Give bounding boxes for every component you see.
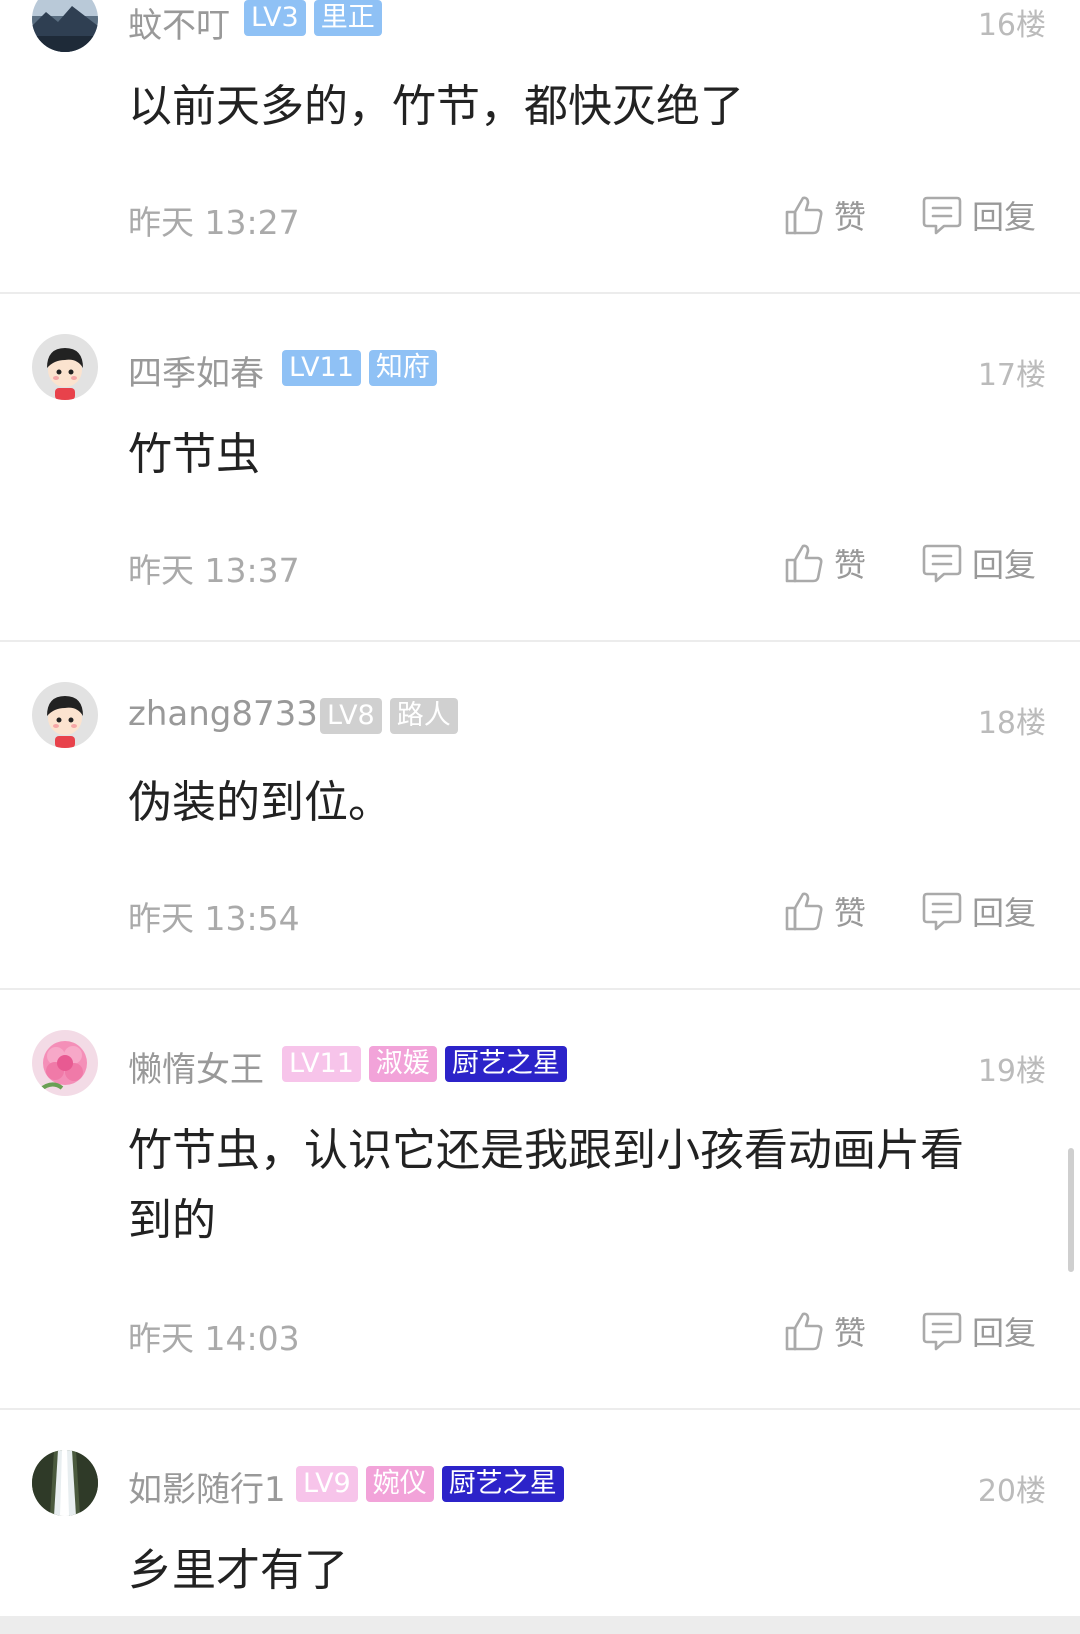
scrollbar[interactable]: [1068, 1148, 1074, 1272]
comment-icon: [922, 196, 962, 235]
comment-icon: [922, 1312, 962, 1351]
comment-item: 蚊不叮 LV3 里正 16楼 以前天多的，竹节，都快灭绝了 昨天 13:27 赞…: [0, 0, 1080, 282]
thumbs-up-icon: [785, 196, 823, 235]
comment-text: 竹节虫: [128, 429, 260, 480]
reply-label: 回复: [972, 894, 1037, 932]
floor-number: 16楼: [977, 8, 1046, 43]
like-button[interactable]: 赞: [784, 888, 866, 934]
comment-text: 以前天多的，竹节，都快灭绝了: [128, 81, 744, 132]
comment-item: 懒惰女王 LV11 淑媛 厨艺之星 19楼 竹节虫，认识它还是我跟到小孩看动画片…: [0, 990, 1080, 1408]
comment-text: 乡里才有了: [128, 1545, 348, 1596]
floor-number: 17楼: [977, 358, 1046, 393]
thumbs-up-icon: [785, 1312, 823, 1351]
like-button[interactable]: 赞: [784, 192, 866, 238]
title-badge: 淑媛: [368, 1046, 437, 1082]
username[interactable]: 蚊不叮: [128, 0, 230, 47]
badge-group: LV3 里正: [244, 0, 382, 36]
like-label: 赞: [834, 1314, 867, 1352]
badge-group: LV9 婉仪 厨艺之星: [296, 1466, 564, 1502]
like-button[interactable]: 赞: [784, 1308, 866, 1354]
level-badge: LV11: [282, 1046, 361, 1082]
level-badge: LV11: [282, 350, 361, 386]
like-button[interactable]: 赞: [784, 540, 866, 586]
thumbs-up-icon: [785, 892, 823, 931]
reply-label: 回复: [972, 546, 1037, 584]
comment-item: 如影随行1 LV9 婉仪 厨艺之星 20楼 乡里才有了: [0, 1410, 1080, 1616]
thumbs-up-icon: [785, 544, 823, 583]
comment-icon: [922, 544, 962, 583]
waterfall-avatar-icon[interactable]: [32, 1450, 98, 1516]
username[interactable]: zhang8733: [128, 694, 318, 734]
badge-group: LV11 知府: [282, 350, 437, 386]
cartoon-avatar-icon[interactable]: [32, 334, 98, 400]
badge-group: LV11 淑媛 厨艺之星: [282, 1046, 567, 1082]
like-label: 赞: [834, 894, 867, 932]
username[interactable]: 懒惰女王: [128, 1042, 264, 1091]
title-badge: 路人: [389, 698, 458, 734]
comment-icon: [922, 892, 962, 931]
floor-number: 20楼: [977, 1474, 1046, 1509]
comment-text: 伪装的到位。: [128, 777, 392, 828]
like-label: 赞: [834, 546, 867, 584]
title-badge: 婉仪: [365, 1466, 434, 1502]
comment-time: 昨天 13:54: [128, 899, 300, 938]
comment-text: 竹节虫，认识它还是我跟到小孩看动画片看到的: [128, 1125, 964, 1246]
reply-button[interactable]: 回复: [922, 192, 1036, 238]
username[interactable]: 如影随行1: [128, 1462, 286, 1511]
reply-button[interactable]: 回复: [922, 1308, 1036, 1354]
achievement-badge: 厨艺之星: [444, 1046, 567, 1082]
comment-item: 四季如春 LV11 知府 17楼 竹节虫 昨天 13:37 赞 回复: [0, 294, 1080, 640]
level-badge: LV8: [320, 698, 382, 734]
comment-item: zhang8733 LV8 路人 18楼 伪装的到位。 昨天 13:54 赞 回…: [0, 642, 1080, 988]
title-badge: 里正: [313, 0, 382, 36]
like-label: 赞: [834, 198, 867, 236]
flower-avatar-icon[interactable]: [32, 1030, 98, 1096]
landscape-avatar-icon[interactable]: [32, 0, 98, 52]
reply-button[interactable]: 回复: [922, 540, 1036, 586]
floor-number: 18楼: [977, 706, 1046, 741]
cartoon-avatar-icon[interactable]: [32, 682, 98, 748]
bottom-divider: [0, 1616, 1080, 1634]
comment-time: 昨天 14:03: [128, 1319, 300, 1358]
reply-label: 回复: [972, 198, 1037, 236]
comment-list: 蚊不叮 LV3 里正 16楼 以前天多的，竹节，都快灭绝了 昨天 13:27 赞…: [0, 0, 1080, 1634]
username[interactable]: 四季如春: [128, 346, 264, 395]
comment-time: 昨天 13:27: [128, 203, 300, 242]
reply-button[interactable]: 回复: [922, 888, 1036, 934]
achievement-badge: 厨艺之星: [441, 1466, 564, 1502]
title-badge: 知府: [368, 350, 437, 386]
level-badge: LV3: [244, 0, 306, 36]
floor-number: 19楼: [977, 1054, 1046, 1089]
comment-time: 昨天 13:37: [128, 551, 300, 590]
reply-label: 回复: [972, 1314, 1037, 1352]
badge-group: LV8 路人: [320, 698, 458, 734]
level-badge: LV9: [296, 1466, 358, 1502]
